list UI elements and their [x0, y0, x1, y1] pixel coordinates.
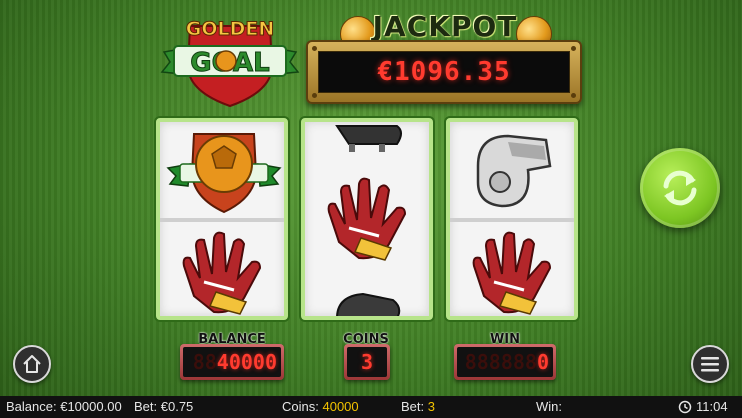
reel-2 — [301, 118, 433, 320]
balance-ghost-digits: 88 — [192, 350, 217, 374]
coins-counter-value: 3 — [360, 350, 374, 374]
spin-button[interactable] — [640, 148, 720, 228]
status-bar: Balance: €10000.00 Bet: €0.75 Coins: 400… — [0, 396, 742, 418]
status-bet2-value: 3 — [427, 399, 435, 414]
jackpot-display: €1096.35 — [306, 40, 582, 104]
logo-line1: GOLDEN — [186, 18, 275, 40]
reel-3 — [446, 118, 578, 320]
hamburger-menu-icon — [701, 357, 719, 372]
goalkeeper-glove-icon — [182, 231, 262, 315]
jackpot-title: JACKPOT — [372, 10, 518, 43]
refresh-icon — [663, 170, 697, 206]
home-button[interactable] — [13, 345, 51, 383]
goalkeeper-glove-icon — [472, 231, 552, 315]
clock-icon — [678, 400, 692, 413]
status-balance-value: €10000.00 — [60, 399, 122, 414]
balance-counter-value: 40000 — [216, 350, 277, 374]
golden-goal-logo: GOLDEN GOAL — [160, 8, 300, 108]
home-icon — [23, 355, 41, 373]
status-balance-label: Balance: — [6, 399, 57, 414]
win-ghost-digits: 888888 — [464, 350, 537, 374]
whistle-icon — [476, 134, 552, 208]
goalkeeper-glove-icon — [327, 177, 407, 261]
win-counter-value: 0 — [536, 350, 549, 374]
status-bet-label: Bet: — [134, 399, 158, 414]
reel-1 — [156, 118, 288, 320]
coins-counter[interactable]: 3 — [344, 344, 390, 380]
status-coins-label: Coins: — [282, 399, 319, 414]
balance-counter: 88 40000 — [180, 344, 284, 380]
soccer-boot-icon — [336, 292, 401, 316]
status-coins-value: 40000 — [322, 399, 359, 414]
win-counter: 888888 0 — [454, 344, 556, 380]
jackpot-value: €1096.35 — [377, 57, 511, 87]
status-bet2-label: Bet: — [401, 399, 425, 414]
status-time: 11:04 — [696, 399, 728, 414]
shield-ball-icon — [166, 133, 282, 214]
status-win-label: Win: — [536, 399, 562, 414]
menu-button[interactable] — [691, 345, 729, 383]
soccer-boot-icon — [335, 125, 402, 152]
status-bet-value: €0.75 — [160, 399, 194, 414]
